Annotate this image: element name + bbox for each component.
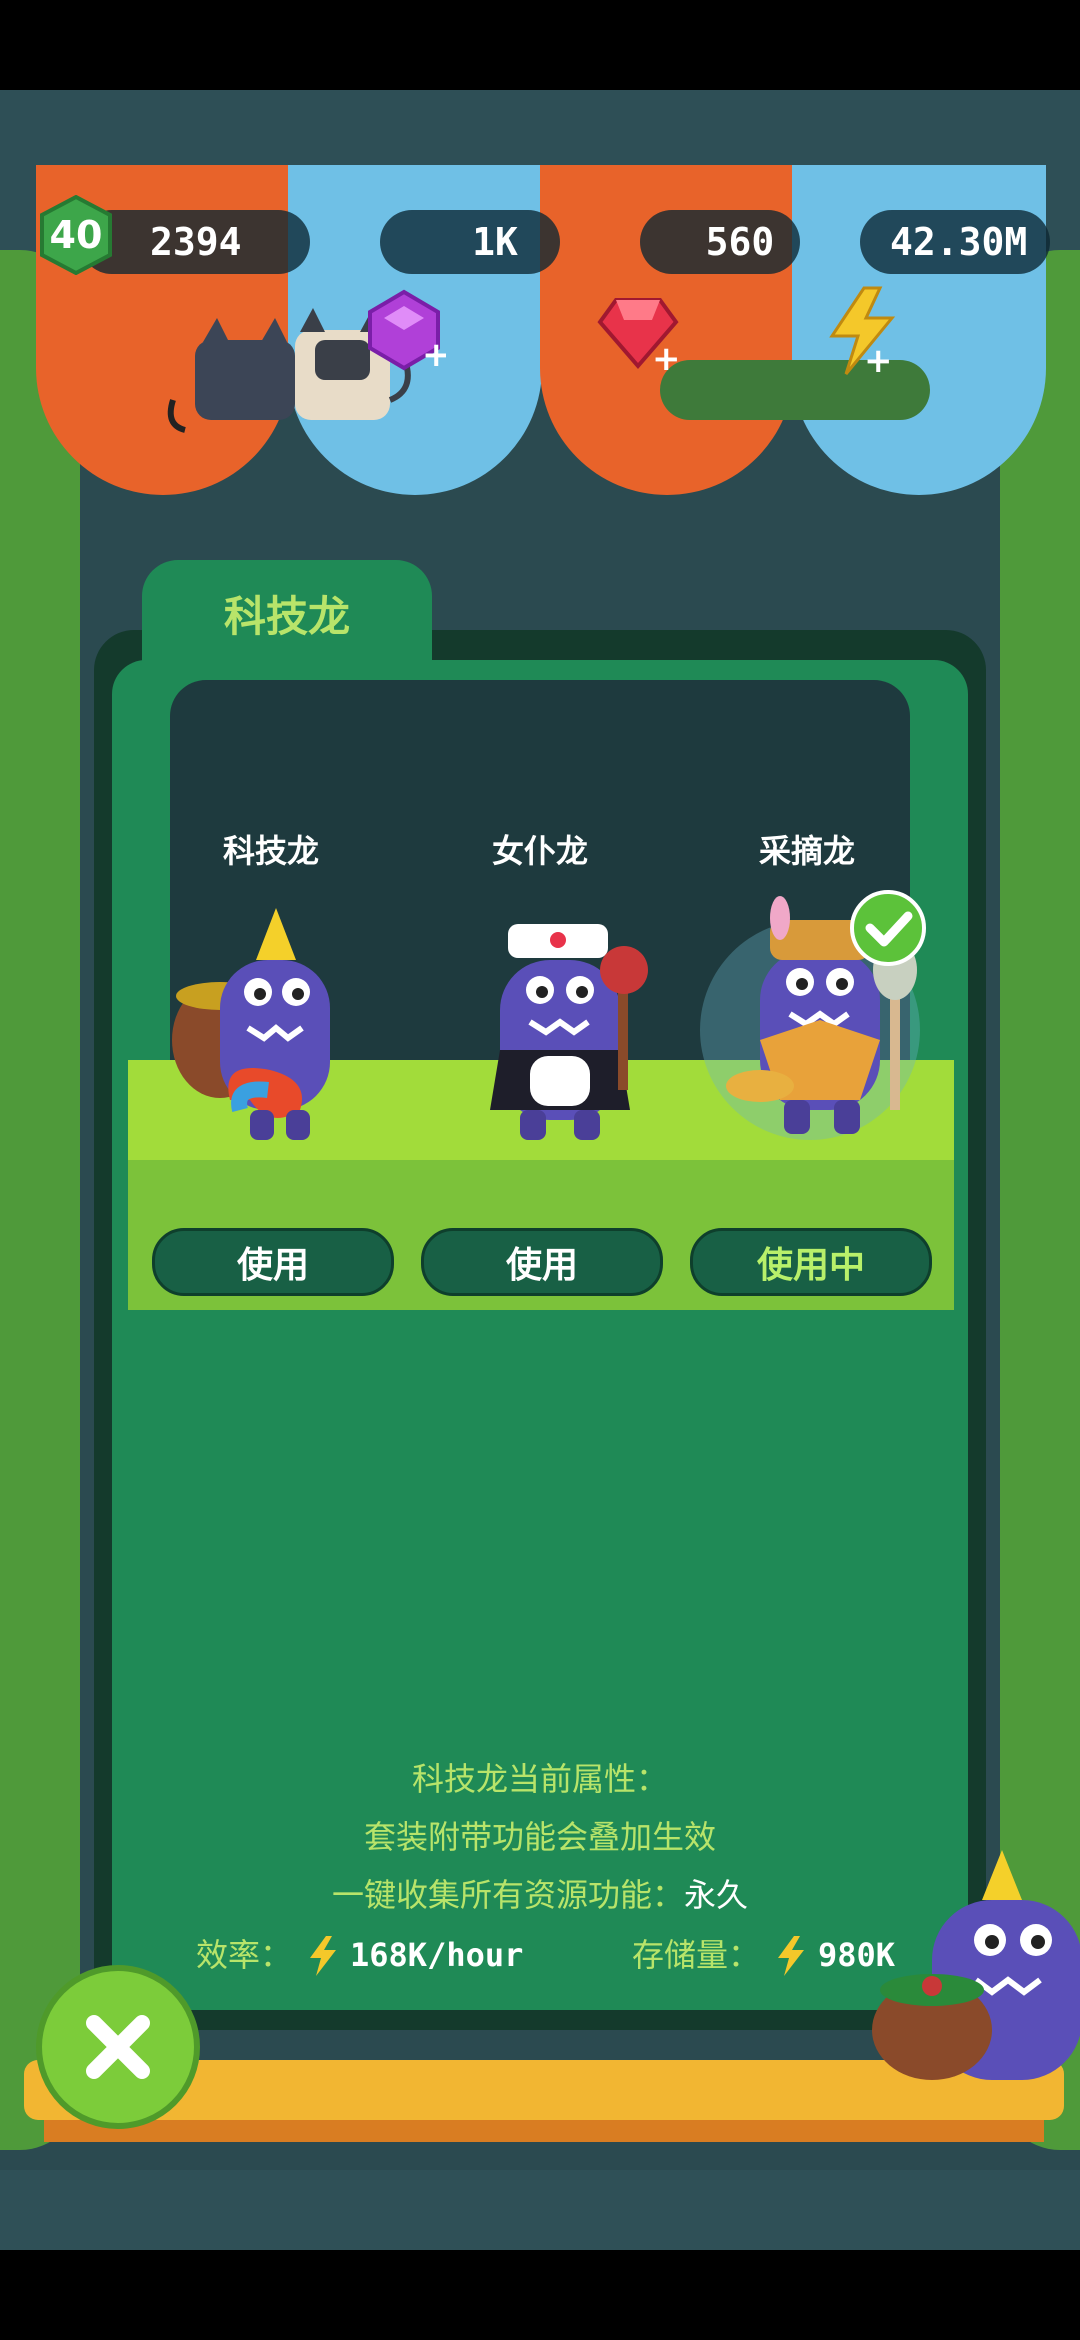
selected-check-icon [850,890,926,966]
tab-label: 科技龙 [223,592,350,641]
dragon-name: 女仆龙 [491,832,588,870]
dragon-name: 科技龙 [222,832,319,870]
shelf-edge [44,2120,1044,2142]
efficiency-stat: 效率： [196,1930,292,1980]
lightning-icon[interactable]: + [820,286,904,376]
close-icon [86,2015,150,2079]
attribute-line: 一键收集所有资源功能：永久 [112,1870,968,1916]
in-use-button[interactable]: 使用中 [690,1228,932,1296]
efficiency-value: 168K/hour [350,1936,524,1974]
attribute-value: 永久 [684,1876,749,1914]
left-jungle-vines [0,250,80,2150]
level-value: 40 [49,213,103,257]
attribute-label: 一键收集所有资源功能： [331,1876,684,1914]
storage-stat: 存储量： [632,1930,760,1980]
energy-value: 42.30M [890,220,1028,264]
svg-text:+: + [652,339,680,374]
gem-value: 1K [472,220,518,264]
lightning-icon [310,1936,336,1976]
gold-value: 2394 [150,220,242,264]
tech-dragon-character[interactable] [160,900,380,1160]
svg-text:+: + [864,341,893,376]
use-button[interactable]: 使用 [421,1228,663,1296]
storage-label: 存储量： [632,1936,761,1974]
svg-text:+: + [422,335,446,372]
lightning-icon [778,1936,804,1976]
ruby-value: 560 [705,220,775,264]
dragon-name: 采摘龙 [758,832,855,870]
ruby-icon[interactable]: + [596,290,680,374]
close-button[interactable] [36,1965,200,2129]
mascot-dragon [872,1850,1080,2080]
attribute-title: 科技龙当前属性： [411,1760,668,1798]
attribute-line: 套装附带功能会叠加生效 [363,1818,716,1856]
purple-gem-icon[interactable]: + [362,288,446,372]
bottom-background [0,2170,1080,2250]
maid-dragon-character[interactable] [460,910,680,1160]
efficiency-label: 效率： [196,1936,293,1974]
use-button[interactable]: 使用 [152,1228,394,1296]
